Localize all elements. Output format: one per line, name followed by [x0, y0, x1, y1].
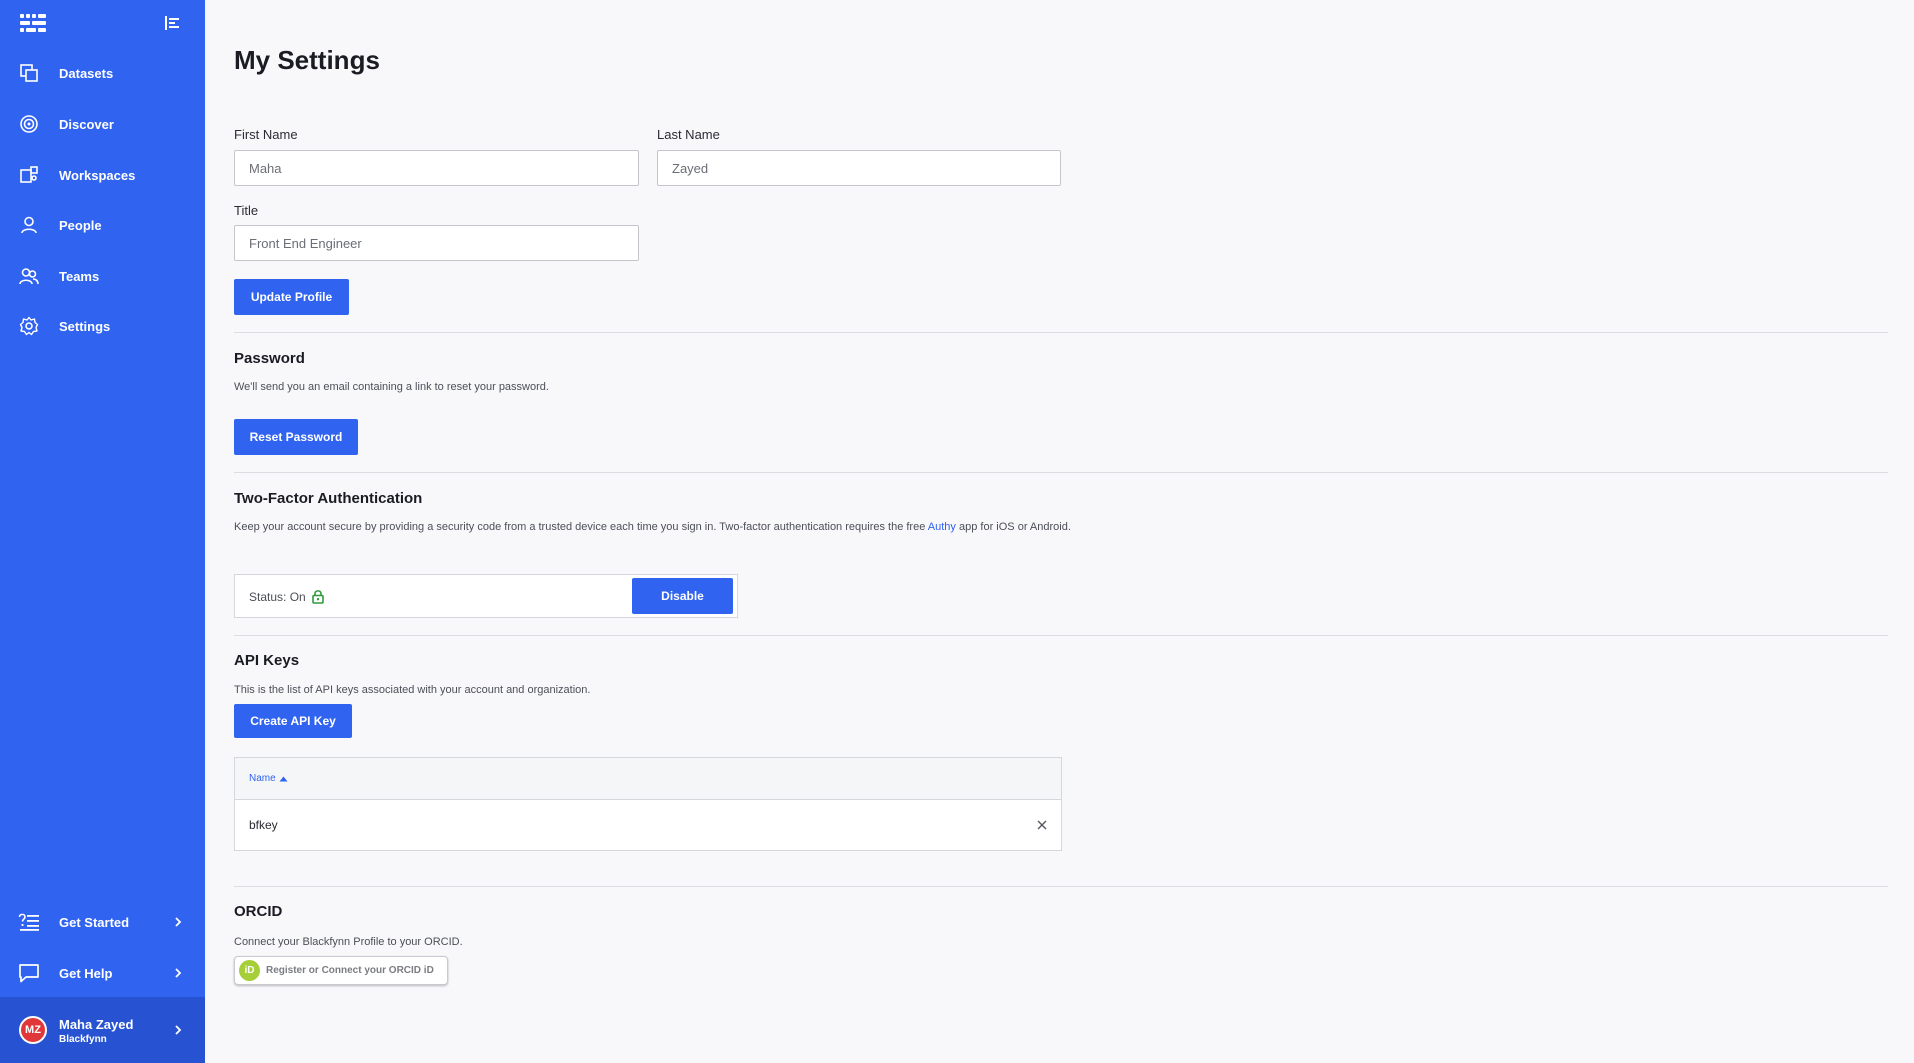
update-profile-button[interactable]: Update Profile: [234, 279, 349, 315]
avatar: MZ: [19, 1016, 47, 1044]
two-factor-status-text: Status: On: [249, 589, 306, 604]
sidebar-header: [0, 0, 205, 48]
user-name: Maha Zayed: [59, 1017, 134, 1032]
api-keys-description: This is the list of API keys associated …: [234, 684, 591, 696]
password-section-title: Password: [234, 350, 305, 367]
two-factor-description-text: Keep your account secure by providing a …: [234, 521, 926, 533]
authy-link[interactable]: Authy: [928, 521, 956, 533]
table-row: bfkey: [235, 800, 1061, 850]
person-icon: [18, 214, 40, 236]
sidebar-item-label: Workspaces: [59, 167, 136, 183]
orcid-section-title: ORCID: [234, 903, 283, 920]
divider: [234, 472, 1888, 473]
reset-password-button[interactable]: Reset Password: [234, 419, 358, 455]
two-factor-status-panel: Status: On Disable: [234, 574, 738, 618]
two-factor-description: Keep your account secure by providing a …: [234, 520, 1074, 535]
collapse-sidebar-icon[interactable]: [163, 14, 181, 32]
page-title: My Settings: [234, 45, 380, 75]
orcid-connect-button[interactable]: iD Register or Connect your ORCID iD: [234, 956, 448, 985]
divider: [234, 886, 1888, 887]
sidebar-item-discover[interactable]: Discover: [0, 101, 205, 147]
disable-two-factor-button[interactable]: Disable: [632, 578, 733, 614]
lock-icon: [311, 590, 324, 604]
sidebar-item-get-started[interactable]: Get Started: [0, 899, 205, 945]
two-factor-description-text-2: app for iOS or Android.: [959, 521, 1071, 533]
title-label: Title: [234, 203, 259, 218]
sidebar-item-datasets[interactable]: Datasets: [0, 50, 205, 96]
sidebar-item-get-help[interactable]: Get Help: [0, 950, 205, 996]
title-input[interactable]: [234, 225, 639, 261]
chat-icon: [18, 962, 40, 984]
sidebar-item-teams[interactable]: Teams: [0, 253, 205, 299]
column-name-label: Name: [249, 773, 276, 784]
last-name-label: Last Name: [657, 127, 720, 142]
sidebar-item-settings[interactable]: Settings: [0, 303, 205, 349]
teams-icon: [18, 265, 40, 287]
sidebar: Datasets Discover Workspaces People Team…: [0, 0, 205, 1063]
api-key-name: bfkey: [249, 818, 278, 832]
first-name-input[interactable]: [234, 150, 639, 186]
two-factor-status: Status: On: [249, 589, 324, 604]
sidebar-item-label: Teams: [59, 268, 100, 284]
workspaces-icon: [18, 164, 40, 186]
chevron-right-icon: [175, 917, 182, 927]
gear-icon: [18, 315, 40, 337]
sidebar-item-label: Get Help: [59, 965, 113, 981]
sidebar-item-label: Get Started: [59, 914, 130, 930]
divider: [234, 635, 1888, 636]
table-header: Name: [235, 758, 1061, 800]
get-started-icon: [18, 911, 40, 933]
blackfynn-logo-icon[interactable]: [19, 13, 47, 33]
api-keys-table: Name bfkey: [234, 757, 1062, 851]
sidebar-item-label: People: [59, 217, 102, 233]
orcid-logo-icon: iD: [239, 960, 260, 981]
first-name-label: First Name: [234, 127, 298, 142]
create-api-key-button[interactable]: Create API Key: [234, 704, 352, 738]
sidebar-item-workspaces[interactable]: Workspaces: [0, 152, 205, 198]
chevron-right-icon: [175, 968, 182, 978]
api-keys-section-title: API Keys: [234, 652, 300, 669]
two-factor-section-title: Two-Factor Authentication: [234, 490, 423, 507]
sidebar-item-label: Discover: [59, 116, 114, 132]
orcid-description: Connect your Blackfynn Profile to your O…: [234, 936, 463, 948]
sidebar-item-label: Datasets: [59, 65, 114, 81]
user-menu[interactable]: MZ Maha Zayed Blackfynn: [0, 997, 205, 1063]
user-organization: Blackfynn: [59, 1034, 107, 1045]
last-name-input[interactable]: [657, 150, 1061, 186]
sort-by-name-header[interactable]: Name: [249, 773, 288, 784]
close-icon[interactable]: [1035, 818, 1049, 832]
chevron-right-icon: [175, 1025, 182, 1035]
password-description: We'll send you an email containing a lin…: [234, 381, 549, 393]
orcid-connect-label: Register or Connect your ORCID iD: [266, 965, 434, 976]
sidebar-item-people[interactable]: People: [0, 202, 205, 248]
sidebar-item-label: Settings: [59, 318, 111, 334]
divider: [234, 332, 1888, 333]
sort-ascending-icon: [279, 776, 288, 781]
discover-icon: [18, 113, 40, 135]
datasets-icon: [18, 62, 40, 84]
